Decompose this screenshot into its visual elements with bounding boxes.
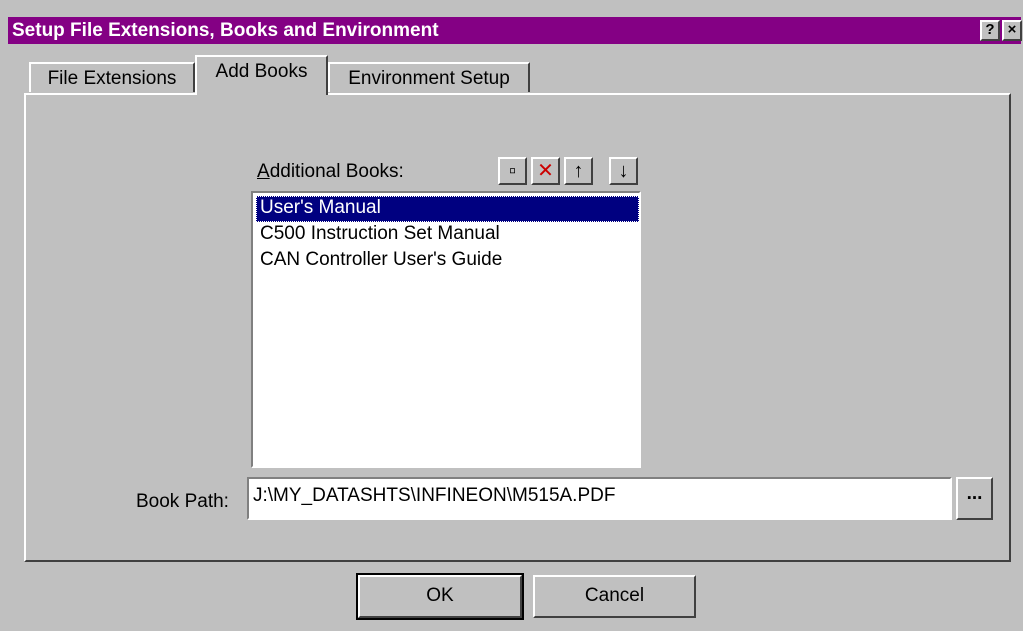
new-folder-icon[interactable]: ▫ bbox=[498, 157, 527, 185]
tab-environment-setup[interactable]: Environment Setup bbox=[328, 62, 530, 92]
book-path-input[interactable]: J:\MY_DATASHTS\INFINEON\M515A.PDF bbox=[247, 477, 952, 520]
dialog-window: Setup File Extensions, Books and Environ… bbox=[0, 0, 1023, 631]
books-listbox[interactable]: User's Manual C500 Instruction Set Manua… bbox=[251, 191, 641, 468]
arrow-down-icon[interactable]: ↓ bbox=[609, 157, 638, 185]
additional-books-label: Additional Books: bbox=[257, 161, 404, 183]
delete-icon[interactable]: ✕ bbox=[531, 157, 560, 185]
additional-books-label-text: dditional Books: bbox=[269, 161, 404, 182]
tab-add-books[interactable]: Add Books bbox=[195, 55, 328, 95]
tab-file-extensions[interactable]: File Extensions bbox=[29, 62, 195, 92]
browse-button[interactable]: ... bbox=[956, 477, 993, 520]
arrow-up-icon[interactable]: ↑ bbox=[564, 157, 593, 185]
cancel-button[interactable]: Cancel bbox=[533, 575, 696, 618]
accelerator-key: A bbox=[257, 161, 270, 182]
list-item[interactable]: User's Manual bbox=[256, 196, 639, 222]
list-item[interactable]: CAN Controller User's Guide bbox=[256, 248, 639, 274]
ok-button[interactable]: OK bbox=[356, 573, 524, 620]
close-button[interactable]: × bbox=[1002, 20, 1022, 41]
title-bar[interactable]: Setup File Extensions, Books and Environ… bbox=[8, 17, 1022, 44]
window-title: Setup File Extensions, Books and Environ… bbox=[12, 20, 439, 41]
list-item[interactable]: C500 Instruction Set Manual bbox=[256, 222, 639, 248]
book-path-label: Book Path: bbox=[136, 491, 229, 512]
help-button[interactable]: ? bbox=[980, 20, 1000, 41]
